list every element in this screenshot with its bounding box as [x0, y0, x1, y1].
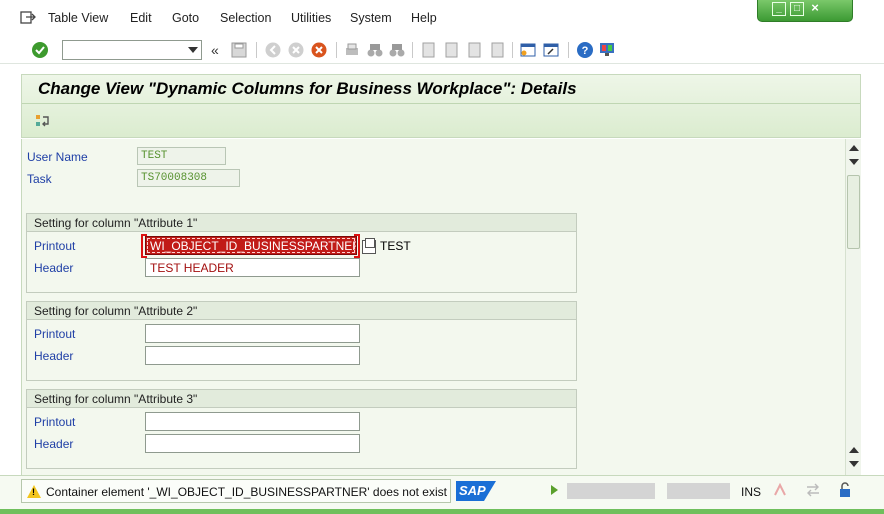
command-input[interactable] [63, 41, 181, 59]
task-field: TS70008308 [137, 169, 240, 187]
save-icon[interactable] [230, 41, 248, 59]
enter-check-icon[interactable] [31, 41, 49, 59]
bottom-strip [0, 509, 884, 514]
title-divider [22, 103, 860, 104]
close-icon[interactable]: × [808, 1, 822, 16]
customize-layout-icon[interactable] [598, 41, 616, 59]
scroll-down-icon[interactable] [849, 461, 859, 467]
menu-utilities[interactable]: Utilities [291, 11, 331, 25]
toolbar-separator [412, 42, 413, 58]
page-up-icon[interactable] [849, 159, 859, 165]
other-entry-icon[interactable] [34, 113, 50, 129]
printout-label: Printout [34, 415, 76, 429]
menu-goto[interactable]: Goto [172, 11, 199, 25]
svg-text:?: ? [582, 45, 589, 57]
maximize-icon[interactable]: □ [790, 2, 804, 16]
menu-help[interactable]: Help [411, 11, 437, 25]
menu-launcher-icon[interactable] [20, 11, 36, 25]
print-icon[interactable] [343, 41, 361, 59]
first-page-icon[interactable] [420, 41, 438, 59]
find-next-icon[interactable] [388, 41, 406, 59]
header-label: Header [34, 261, 74, 275]
collapse-toolbar-icon[interactable]: « [211, 42, 219, 58]
previous-page-icon[interactable] [443, 41, 461, 59]
printout-input[interactable] [145, 324, 360, 343]
header-label: Header [34, 437, 74, 451]
menu-selection[interactable]: Selection [220, 11, 271, 25]
window-controls: _ □ × [757, 0, 853, 22]
system-toolbar: « ? [0, 36, 884, 64]
toolbar-separator [512, 42, 513, 58]
user-name-label: User Name [27, 150, 88, 164]
printout-input[interactable] [145, 412, 360, 431]
menu-system[interactable]: System [350, 11, 392, 25]
scroll-thumb[interactable] [847, 175, 860, 249]
menu-edit[interactable]: Edit [130, 11, 152, 25]
printout-input[interactable]: WI_OBJECT_ID_BUSINESSPARTNER& [145, 236, 357, 255]
transfer-icon [807, 483, 819, 497]
attribute-3-group: Setting for column "Attribute 3" Printou… [26, 389, 577, 469]
connection-icon [774, 483, 786, 496]
scroll-up-icon[interactable] [849, 145, 859, 151]
status-message: Container element '_WI_OBJECT_ID_BUSINES… [46, 485, 447, 499]
next-page-icon[interactable] [466, 41, 484, 59]
user-name-field: TEST [137, 147, 226, 165]
cancel-icon[interactable] [310, 41, 328, 59]
toolbar-separator [336, 42, 337, 58]
error-bracket-right [354, 234, 360, 258]
attribute-1-group: Setting for column "Attribute 1" Printou… [26, 213, 577, 293]
header-input[interactable]: TEST HEADER [145, 258, 360, 277]
find-icon[interactable] [366, 41, 384, 59]
status-message-box[interactable]: ! Container element '_WI_OBJECT_ID_BUSIN… [21, 479, 451, 503]
group-title: Setting for column "Attribute 1" [27, 214, 576, 232]
insert-mode-indicator[interactable]: INS [741, 485, 761, 499]
server-info-field [667, 483, 730, 499]
command-field[interactable] [62, 40, 202, 60]
help-icon[interactable]: ? [576, 41, 594, 59]
printout-label: Printout [34, 327, 76, 341]
system-info-field [567, 483, 655, 499]
toolbar-separator [568, 42, 569, 58]
attribute-2-group: Setting for column "Attribute 2" Printou… [26, 301, 577, 381]
page-down-icon[interactable] [849, 447, 859, 453]
chevron-down-icon[interactable] [188, 47, 198, 53]
title-area: Change View "Dynamic Columns for Busines… [21, 74, 861, 138]
system-info-toggle-icon[interactable] [551, 485, 558, 495]
create-session-icon[interactable] [519, 41, 537, 59]
page-title: Change View "Dynamic Columns for Busines… [38, 79, 577, 98]
header-input[interactable] [145, 434, 360, 453]
vertical-scrollbar[interactable] [845, 139, 861, 475]
group-title: Setting for column "Attribute 2" [27, 302, 576, 320]
value-help-icon[interactable] [362, 238, 376, 254]
exit-icon[interactable] [287, 41, 305, 59]
last-page-icon[interactable] [489, 41, 507, 59]
main-content: User Name TEST Task TS70008308 Setting f… [21, 139, 845, 475]
generate-shortcut-icon[interactable] [542, 41, 560, 59]
minimize-icon[interactable]: _ [772, 2, 786, 16]
group-title: Setting for column "Attribute 3" [27, 390, 576, 408]
lock-icon[interactable] [838, 482, 852, 498]
printout-label: Printout [34, 239, 76, 253]
printout-description: TEST [380, 239, 411, 253]
menu-bar: Table View Edit Goto Selection Utilities… [0, 0, 884, 36]
sap-logo: SAP [456, 481, 496, 501]
header-label: Header [34, 349, 74, 363]
toolbar-separator [256, 42, 257, 58]
task-label: Task [27, 172, 52, 186]
menu-table-view[interactable]: Table View [48, 11, 108, 25]
back-icon[interactable] [264, 41, 282, 59]
header-input[interactable] [145, 346, 360, 365]
warning-mark: ! [32, 487, 35, 497]
